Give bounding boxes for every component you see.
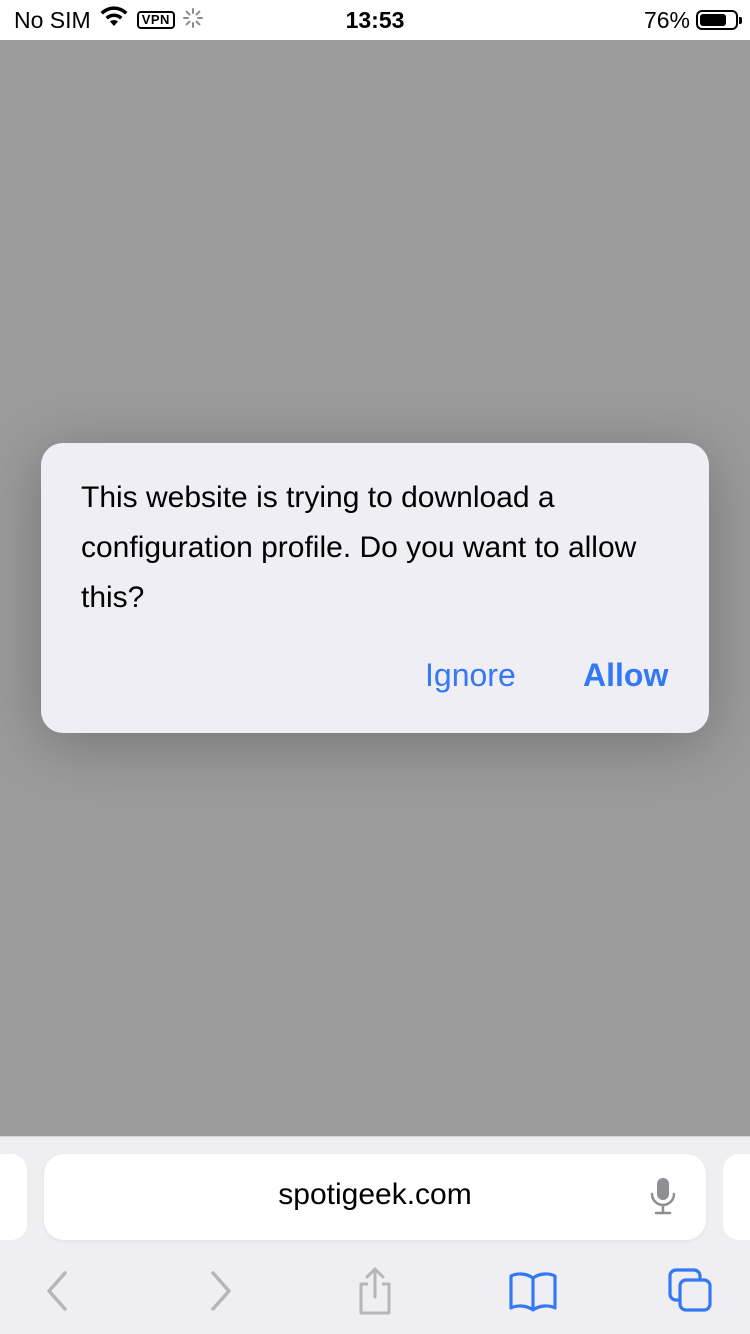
bookmarks-button[interactable]: [505, 1267, 561, 1317]
forward-icon: [205, 1269, 235, 1316]
battery-percent: 76%: [643, 6, 690, 33]
forward-button[interactable]: [192, 1267, 248, 1317]
bookmarks-icon: [508, 1270, 558, 1315]
microphone-icon[interactable]: [648, 1176, 678, 1218]
previous-tab-pill[interactable]: [0, 1154, 27, 1240]
address-bar[interactable]: spotigeek.com: [44, 1154, 706, 1240]
battery-icon: [696, 10, 742, 30]
next-tab-pill[interactable]: [723, 1154, 750, 1240]
status-right: 76%: [643, 6, 742, 34]
browser-bottom-bar: spotigeek.com: [0, 1136, 750, 1334]
status-bar: No SIM VPN 13:53 76%: [0, 0, 750, 40]
download-profile-alert: This website is trying to download a con…: [41, 443, 709, 733]
back-button[interactable]: [30, 1267, 86, 1317]
back-icon: [43, 1269, 73, 1316]
status-time: 13:53: [345, 7, 405, 33]
allow-button[interactable]: Allow: [583, 657, 668, 694]
battery-tip: [739, 17, 742, 24]
browser-toolbar: [0, 1257, 750, 1327]
tabs-icon: [666, 1267, 714, 1318]
ignore-button[interactable]: Ignore: [425, 657, 516, 694]
browser-screen: No SIM VPN 13:53 76% This website is try…: [0, 0, 750, 1334]
tabs-button[interactable]: [662, 1267, 718, 1317]
share-button[interactable]: [347, 1267, 403, 1317]
address-text: spotigeek.com: [278, 1178, 472, 1211]
battery-fill: [700, 14, 726, 26]
alert-message: This website is trying to download a con…: [81, 481, 637, 614]
share-icon: [355, 1266, 395, 1319]
